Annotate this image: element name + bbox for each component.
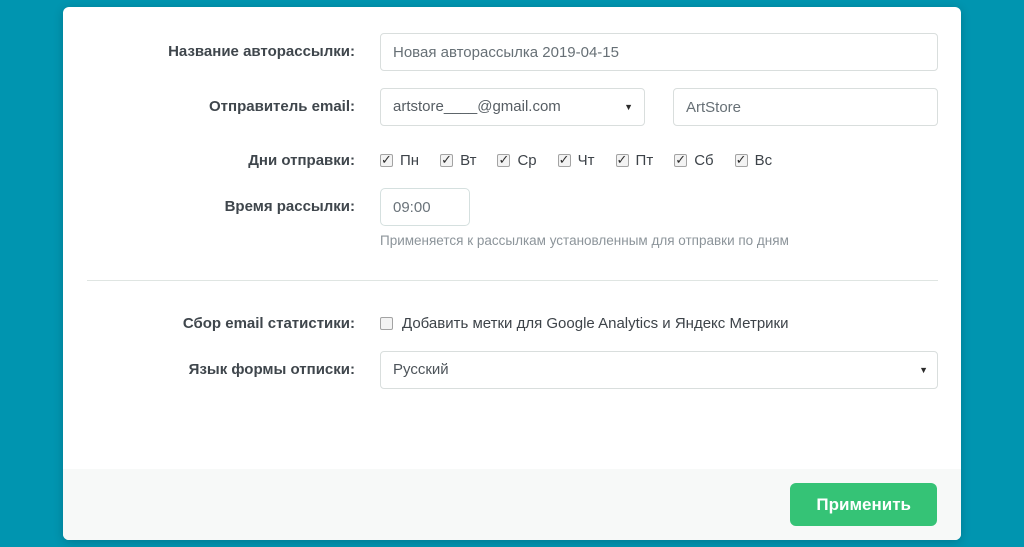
checkbox-icon[interactable]: [497, 152, 511, 168]
day-label: Пн: [400, 152, 420, 169]
day-label: Вт: [460, 152, 477, 169]
sending-time-content: Применяется к рассылкам установленным дл…: [380, 188, 938, 248]
email-stats-label: Сбор email статистики:: [182, 315, 355, 332]
row-autoresponder-name: Название авторассылки:: [87, 33, 938, 71]
unsubscribe-language-selected-value: Русский: [393, 361, 449, 378]
form-footer: Применить: [63, 469, 961, 540]
checkbox-icon[interactable]: [557, 152, 571, 168]
sender-email-label: Отправитель email:: [209, 98, 355, 115]
unsubscribe-language-label: Язык формы отписки:: [188, 361, 355, 378]
analytics-checkbox[interactable]: [380, 317, 393, 330]
checkbox-icon[interactable]: [440, 152, 454, 168]
row-sender-email: Отправитель email: artstore____@gmail.co…: [87, 88, 938, 126]
day-checkbox-sun[interactable]: Вс: [734, 152, 773, 169]
chevron-down-icon: ▼: [919, 365, 928, 375]
autoresponder-name-content: [380, 33, 938, 71]
checkbox-icon[interactable]: [734, 152, 748, 168]
autoresponder-settings-card: Название авторассылки: Отправитель email…: [63, 7, 961, 540]
section-divider: [87, 280, 938, 281]
row-email-stats: Сбор email статистики: Добавить метки дл…: [87, 315, 938, 332]
checkbox-icon[interactable]: [615, 152, 629, 168]
unsubscribe-language-select[interactable]: Русский ▼: [380, 351, 938, 389]
autoresponder-name-label: Название авторассылки:: [168, 43, 355, 60]
day-checkbox-mon[interactable]: Пн: [380, 152, 419, 169]
email-stats-content: Добавить метки для Google Analytics и Ян…: [380, 315, 938, 332]
row-unsubscribe-language: Язык формы отписки: Русский ▼: [87, 351, 938, 389]
sender-email-content: artstore____@gmail.com ▼: [380, 88, 938, 126]
sender-email-selected-value: artstore____@gmail.com: [393, 98, 561, 115]
unsubscribe-language-content: Русский ▼: [380, 351, 938, 389]
checkbox-icon[interactable]: [380, 152, 393, 168]
sending-time-input[interactable]: [380, 188, 470, 226]
sending-time-label: Время рассылки:: [224, 198, 355, 215]
sending-time-hint: Применяется к рассылкам установленным дл…: [380, 233, 789, 248]
form-body: Название авторассылки: Отправитель email…: [63, 7, 961, 469]
analytics-checkbox-label: Добавить метки для Google Analytics и Ян…: [402, 315, 789, 332]
checkbox-icon[interactable]: [674, 152, 688, 168]
day-label: Вс: [754, 152, 773, 169]
day-checkbox-fri[interactable]: Пт: [615, 152, 654, 169]
row-sending-time: Время рассылки: Применяется к рассылкам …: [87, 188, 938, 248]
sender-name-input[interactable]: [673, 88, 938, 126]
sending-days-content: Пн Вт Ср Чт Пт: [380, 152, 938, 169]
apply-button[interactable]: Применить: [790, 483, 937, 526]
day-checkbox-thu[interactable]: Чт: [557, 152, 595, 169]
autoresponder-name-input[interactable]: [380, 33, 938, 71]
day-label: Сб: [694, 152, 714, 169]
day-label: Чт: [577, 152, 595, 169]
day-checkbox-sat[interactable]: Сб: [674, 152, 714, 169]
day-label: Пт: [635, 152, 654, 169]
day-checkbox-tue[interactable]: Вт: [440, 152, 476, 169]
sending-days-label: Дни отправки:: [248, 152, 355, 169]
day-label: Ср: [517, 152, 537, 169]
row-sending-days: Дни отправки: Пн Вт Ср Чт: [87, 152, 938, 169]
day-checkbox-wed[interactable]: Ср: [497, 152, 537, 169]
sender-email-select[interactable]: artstore____@gmail.com ▼: [380, 88, 645, 126]
chevron-down-icon: ▼: [624, 102, 633, 112]
